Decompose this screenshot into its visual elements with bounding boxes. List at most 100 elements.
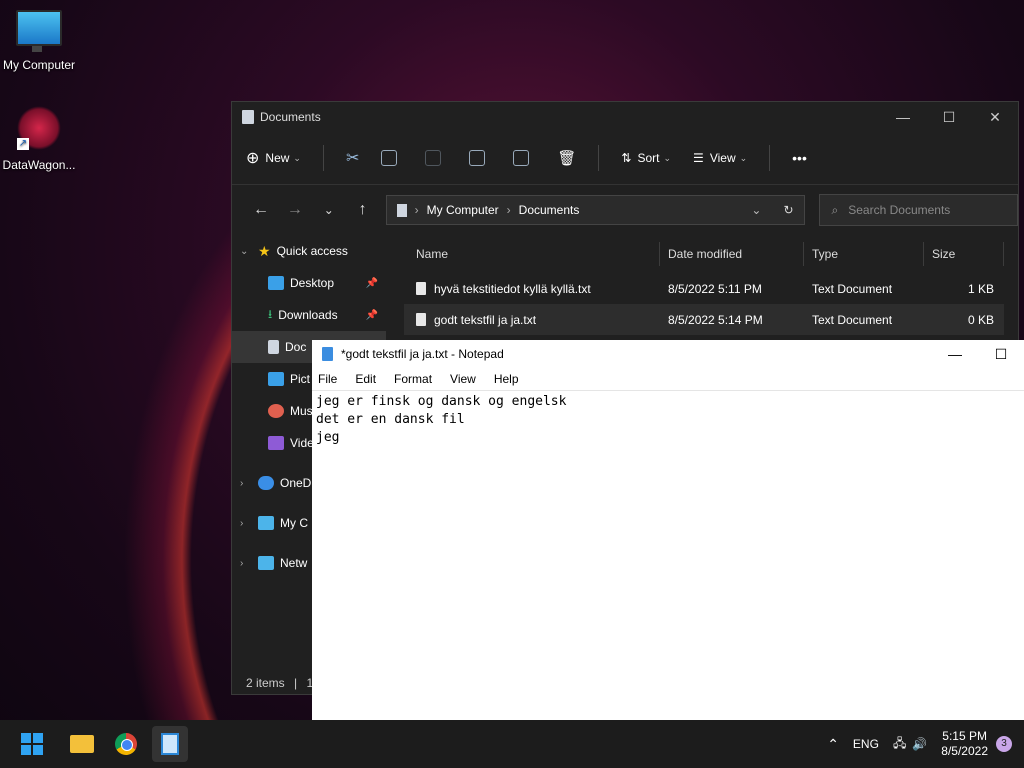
- explorer-titlebar[interactable]: Documents — ☐ ✕: [232, 102, 1018, 132]
- minimize-button[interactable]: —: [932, 346, 978, 362]
- column-header-type[interactable]: Type: [804, 242, 924, 266]
- nav-label: Doc: [285, 340, 307, 354]
- search-placeholder: Search Documents: [848, 203, 951, 217]
- chevron-right-icon: ›: [240, 517, 244, 529]
- desktop-icon-my-computer[interactable]: My Computer: [0, 10, 78, 72]
- nav-downloads[interactable]: ⭳ Downloads 📌: [232, 299, 386, 331]
- rename-icon: [469, 150, 486, 166]
- start-button[interactable]: [14, 726, 50, 762]
- taskbar-notepad[interactable]: [152, 726, 188, 762]
- view-label: View: [709, 151, 736, 165]
- delete-button[interactable]: 🗑: [557, 149, 576, 167]
- nav-label: OneD: [280, 476, 312, 490]
- chevron-down-icon: ⌄: [739, 152, 748, 163]
- share-button[interactable]: [513, 150, 535, 166]
- nav-label: My C: [280, 516, 308, 530]
- pin-icon: 📌: [365, 309, 378, 321]
- nav-label: Downloads: [278, 308, 338, 322]
- maximize-button[interactable]: ☐: [926, 109, 972, 126]
- breadcrumb-separator: ›: [506, 203, 511, 217]
- column-header-name[interactable]: Name: [404, 242, 660, 266]
- nav-quick-access[interactable]: ⌄ ★ Quick access: [232, 235, 386, 267]
- nav-desktop[interactable]: Desktop 📌: [232, 267, 386, 299]
- network-icon[interactable]: 🖧: [893, 734, 906, 755]
- scissors-icon: ✂: [345, 150, 360, 167]
- taskbar: ⌃ ENG 🖧 🔊 5:15 PM 8/5/2022 3: [0, 720, 1024, 768]
- recent-chevron-icon[interactable]: ⌄: [312, 203, 346, 217]
- text-line: jeg: [316, 430, 340, 445]
- windows-logo-icon: [21, 733, 43, 755]
- trash-icon: 🗑: [557, 150, 577, 167]
- chevron-up-icon[interactable]: ⌃: [827, 736, 839, 753]
- language-indicator[interactable]: ENG: [853, 737, 879, 751]
- item-count: 2 items: [246, 676, 285, 690]
- copy-button[interactable]: [381, 150, 403, 166]
- nav-label: Quick access: [276, 244, 348, 258]
- menu-file[interactable]: File: [318, 372, 337, 386]
- notepad-text-area[interactable]: jeg er finsk og dansk og engelsk det er e…: [312, 391, 1024, 449]
- column-header-date[interactable]: Date modified: [660, 242, 804, 266]
- volume-icon[interactable]: 🔊: [912, 737, 927, 751]
- menu-view[interactable]: View: [450, 372, 476, 386]
- menu-edit[interactable]: Edit: [355, 372, 376, 386]
- file-date: 8/5/2022 5:14 PM: [668, 312, 763, 327]
- window-title: Documents: [260, 110, 321, 124]
- notepad-title: *godt tekstfil ja ja.txt - Notepad: [341, 347, 504, 361]
- breadcrumb-separator: ›: [414, 203, 419, 217]
- address-dropdown-icon[interactable]: ⌄: [751, 203, 761, 217]
- music-icon: [268, 404, 284, 418]
- network-icon: [258, 556, 274, 570]
- system-tray: ⌃ ENG 🖧 🔊 5:15 PM 8/5/2022 3: [827, 729, 1024, 759]
- file-type: Text Document: [812, 281, 893, 296]
- divider: [769, 145, 771, 171]
- menu-help[interactable]: Help: [494, 372, 519, 386]
- rename-button[interactable]: [469, 150, 491, 166]
- clock[interactable]: 5:15 PM 8/5/2022: [941, 729, 988, 759]
- address-bar[interactable]: › My Computer › Documents ⌄ ↻: [385, 195, 805, 225]
- close-button[interactable]: ✕: [972, 109, 1018, 126]
- breadcrumb-my-computer[interactable]: My Computer: [427, 203, 499, 217]
- minimize-button[interactable]: —: [880, 109, 926, 125]
- chevron-down-icon: ⌄: [240, 245, 249, 257]
- sort-button[interactable]: ⇅ Sort ⌄: [621, 151, 671, 165]
- paste-button[interactable]: [425, 150, 447, 166]
- chevron-down-icon: ⌄: [663, 152, 672, 163]
- desktop-icon-datawagon[interactable]: ↗ DataWagon...: [0, 106, 78, 172]
- file-row[interactable]: godt tekstfil ja ja.txt 8/5/2022 5:14 PM…: [404, 304, 1004, 335]
- search-box[interactable]: ⌕ Search Documents: [818, 194, 1018, 226]
- more-options-button[interactable]: •••: [792, 150, 807, 166]
- forward-arrow-icon[interactable]: →: [278, 201, 312, 219]
- notification-badge[interactable]: 3: [996, 736, 1012, 752]
- breadcrumb-documents[interactable]: Documents: [519, 203, 580, 217]
- notepad-icon: [322, 347, 333, 361]
- file-row[interactable]: hyvä tekstitiedot kyllä kyllä.txt 8/5/20…: [404, 273, 1018, 304]
- nav-label: Vide: [290, 436, 314, 450]
- maximize-button[interactable]: ☐: [978, 346, 1024, 363]
- pin-icon: 📌: [365, 277, 378, 289]
- view-button[interactable]: ☰ View ⌄: [693, 151, 747, 165]
- plus-icon: ⊕: [246, 150, 260, 167]
- new-button[interactable]: ⊕ New ⌄: [246, 148, 301, 168]
- share-icon: [513, 150, 530, 166]
- up-arrow-icon[interactable]: ↑: [346, 201, 380, 219]
- notepad-icon: [161, 733, 179, 755]
- status-separator: |: [294, 676, 298, 690]
- desktop-icon: [268, 276, 284, 290]
- menu-format[interactable]: Format: [394, 372, 432, 386]
- divider: [322, 145, 324, 171]
- cloud-icon: [258, 476, 274, 490]
- text-line: det er en dansk fil: [316, 412, 465, 427]
- cut-button[interactable]: ✂: [346, 148, 359, 168]
- column-header-size[interactable]: Size: [924, 242, 1004, 266]
- sort-label: Sort: [637, 151, 660, 165]
- refresh-icon[interactable]: ↻: [783, 203, 793, 217]
- clock-date: 8/5/2022: [941, 744, 988, 758]
- taskbar-chrome[interactable]: [108, 726, 144, 762]
- back-arrow-icon[interactable]: ←: [244, 201, 278, 219]
- taskbar-file-explorer[interactable]: [64, 726, 100, 762]
- notepad-titlebar[interactable]: *godt tekstfil ja ja.txt - Notepad — ☐: [312, 340, 1024, 368]
- nav-label: Mus: [290, 404, 313, 418]
- desktop-icon-label: My Computer: [2, 58, 76, 72]
- monitor-icon: [258, 516, 274, 530]
- view-icon: ☰: [693, 151, 704, 165]
